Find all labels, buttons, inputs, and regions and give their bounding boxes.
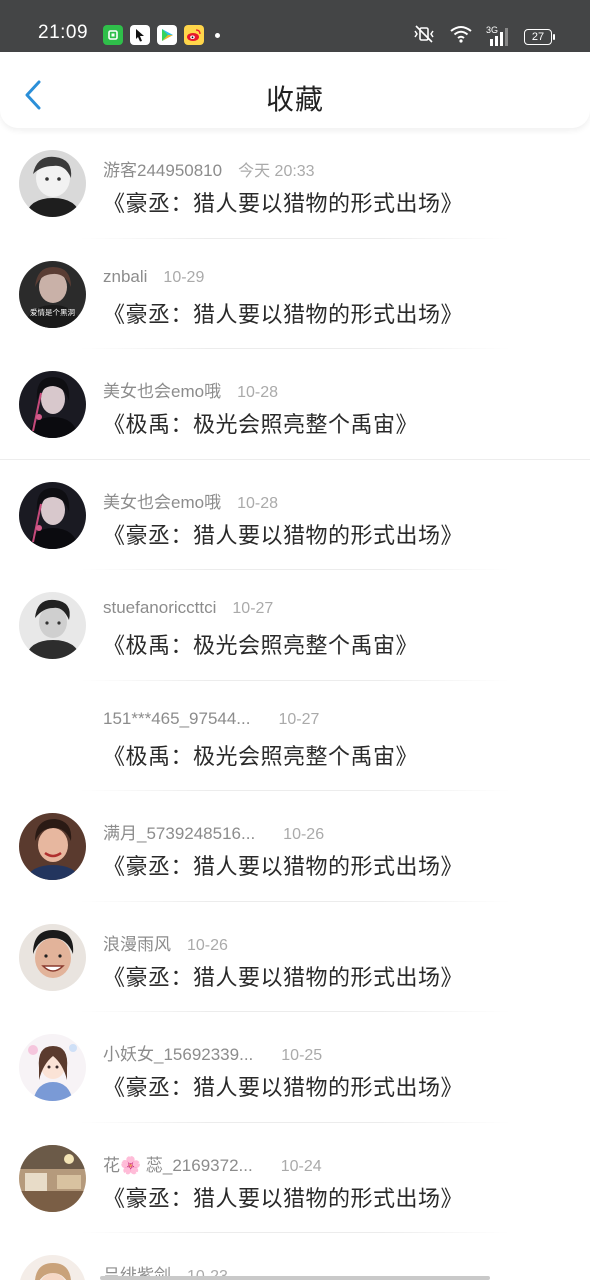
avatar[interactable]	[19, 371, 86, 438]
favorite-item[interactable]: 小妖女_15692339... 10-25 《豪丞：猎人要以猎物的形式出场》	[0, 1012, 590, 1123]
item-title[interactable]: 《豪丞：猎人要以猎物的形式出场》	[103, 1181, 463, 1213]
avatar[interactable]	[19, 1144, 86, 1212]
item-date: 今天 20:33	[238, 163, 315, 180]
avatar[interactable]	[19, 1255, 86, 1280]
item-title[interactable]: 《豪丞：猎人要以猎物的形式出场》	[103, 1070, 463, 1102]
item-date: 10-27	[278, 710, 320, 728]
item-title[interactable]: 《极禹：极光会照亮整个禹宙》	[103, 739, 418, 771]
item-username[interactable]: 游客244950810	[103, 156, 222, 181]
mute-vibrate-icon	[412, 25, 436, 48]
avatar[interactable]	[19, 813, 86, 880]
avatar[interactable]: 爱情是个黑洞	[19, 260, 86, 328]
item-title[interactable]: 《豪丞：猎人要以猎物的形式出场》	[103, 849, 463, 881]
cell-signal-icon: 3G	[486, 25, 510, 46]
system-status: 3G 27	[412, 25, 555, 48]
item-title[interactable]: 《豪丞：猎人要以猎物的形式出场》	[103, 186, 463, 218]
cursor-app-icon	[130, 25, 150, 45]
status-time: 21:09	[38, 22, 89, 43]
avatar[interactable]	[19, 592, 86, 659]
item-meta: 花🌸 蕊_2169372... 10-24	[103, 1151, 322, 1176]
item-meta: 满月_5739248516... 10-26	[103, 819, 324, 844]
favorite-item[interactable]: 美女也会emo哦 10-28 《极禹：极光会照亮整个禹宙》	[0, 349, 590, 460]
item-username[interactable]: 美女也会emo哦	[103, 488, 221, 513]
green-app-icon	[103, 25, 123, 45]
page-title: 收藏	[265, 84, 324, 115]
item-meta: 美女也会emo哦 10-28	[103, 377, 278, 402]
favorite-item[interactable]: 爱情是个黑洞 znbali 10-29 《豪丞：猎人要以猎物的形式出场》	[0, 239, 590, 349]
home-indicator[interactable]	[100, 1276, 490, 1280]
item-title[interactable]: 《极禹：极光会照亮整个禹宙》	[103, 407, 418, 439]
item-date: 10-28	[237, 494, 278, 512]
item-meta: 美女也会emo哦 10-28	[103, 488, 278, 513]
favorite-item[interactable]: stuefanoriccttci 10-27 《极禹：极光会照亮整个禹宙》	[0, 570, 590, 681]
item-date: 10-27	[232, 600, 274, 617]
avatar[interactable]	[19, 923, 86, 991]
favorite-item[interactable]: 满月_5739248516... 10-26 《豪丞：猎人要以猎物的形式出场》	[0, 791, 590, 902]
avatar-caption: 爱情是个黑洞	[30, 307, 75, 317]
favorite-item[interactable]: 浪漫雨风 10-26 《豪丞：猎人要以猎物的形式出场》	[0, 902, 590, 1012]
favorite-item[interactable]: 吕绯紫剑 10-23	[0, 1233, 590, 1280]
notification-dot	[215, 32, 220, 38]
favorite-item[interactable]: 151***465_97544... 10-27 《极禹：极光会照亮整个禹宙》	[0, 681, 590, 791]
item-date: 10-26	[187, 936, 228, 954]
item-meta: stuefanoriccttci 10-27	[103, 598, 273, 618]
item-date: 10-25	[281, 1047, 323, 1064]
item-date: 10-26	[283, 826, 325, 843]
favorite-item[interactable]: 游客244950810 今天 20:33 《豪丞：猎人要以猎物的形式出场》	[0, 128, 590, 239]
favorite-item[interactable]: 花🌸 蕊_2169372... 10-24 《豪丞：猎人要以猎物的形式出场》	[0, 1123, 590, 1233]
status-bar: 21:09 3G 27	[0, 0, 590, 52]
app-header: 收藏	[0, 52, 590, 128]
item-meta: 小妖女_15692339... 10-25	[103, 1040, 322, 1065]
item-meta: 游客244950810 今天 20:33	[103, 156, 315, 181]
battery-indicator: 27	[524, 28, 555, 45]
item-username[interactable]: 花🌸 蕊_2169372...	[103, 1151, 253, 1176]
item-date: 10-29	[163, 268, 205, 286]
item-title[interactable]: 《豪丞：猎人要以猎物的形式出场》	[103, 518, 463, 550]
notification-icons	[103, 25, 220, 45]
item-username[interactable]: 浪漫雨风	[103, 930, 171, 955]
item-username[interactable]: 151***465_97544...	[103, 709, 250, 729]
item-date: 10-28	[237, 384, 278, 401]
item-title[interactable]: 《豪丞：猎人要以猎物的形式出场》	[103, 960, 463, 992]
item-username[interactable]: stuefanoriccttci	[103, 598, 216, 618]
item-username[interactable]: 美女也会emo哦	[103, 377, 221, 402]
play-app-icon	[157, 25, 177, 45]
item-meta: 浪漫雨风 10-26	[103, 930, 228, 955]
avatar[interactable]	[19, 1034, 86, 1101]
item-title[interactable]: 《极禹：极光会照亮整个禹宙》	[103, 628, 418, 660]
item-meta: znbali 10-29	[103, 267, 204, 287]
avatar[interactable]	[19, 481, 86, 549]
item-username[interactable]: znbali	[103, 267, 147, 287]
item-date: 10-24	[280, 1157, 322, 1175]
favorite-item[interactable]: 美女也会emo哦 10-28 《豪丞：猎人要以猎物的形式出场》	[0, 460, 590, 570]
wifi-icon	[450, 25, 472, 48]
weibo-icon	[184, 25, 204, 45]
avatar[interactable]	[19, 150, 86, 217]
item-username[interactable]: 小妖女_15692339...	[103, 1040, 253, 1065]
item-username[interactable]: 满月_5739248516...	[103, 819, 255, 844]
battery-level: 27	[531, 30, 545, 43]
item-meta: 151***465_97544... 10-27	[103, 709, 319, 729]
item-title[interactable]: 《豪丞：猎人要以猎物的形式出场》	[103, 297, 463, 329]
favorites-list[interactable]: 游客244950810 今天 20:33 《豪丞：猎人要以猎物的形式出场》 爱情…	[0, 128, 590, 1280]
